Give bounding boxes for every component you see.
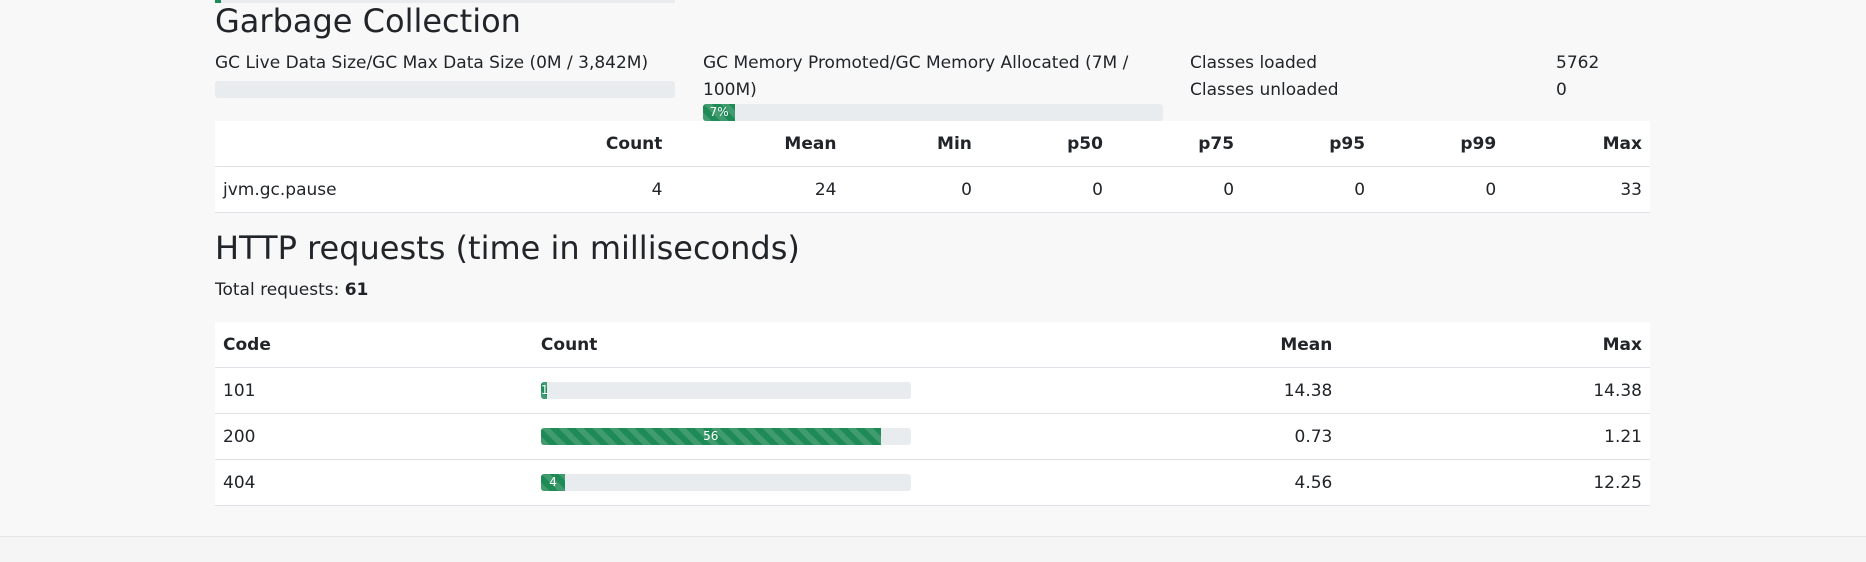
table-row: jvm.gc.pause 4 24 0 0 0 0 0 33: [215, 166, 1650, 213]
classes-loaded-row: Classes loaded 5762: [1190, 50, 1650, 77]
total-requests-value: 61: [344, 280, 369, 300]
gc-col-min: Min: [844, 121, 980, 167]
classes-block: Classes loaded 5762 Classes unloaded 0: [1190, 50, 1650, 104]
total-requests: Total requests: 61: [215, 280, 368, 300]
http-row-count-cell: 4: [532, 459, 1036, 506]
gc-table-header-row: Count Mean Min p50 p75 p95 p99 Max: [215, 121, 1650, 167]
gc-live-data-progress: [215, 81, 675, 98]
http-count-bar: 56: [540, 428, 881, 445]
http-count-bar: 1: [540, 382, 547, 399]
gc-pause-table: Count Mean Min p50 p75 p95 p99 Max jvm.g…: [215, 121, 1650, 213]
gc-col-p50: p50: [979, 121, 1111, 167]
gc-row-p50: 0: [979, 166, 1111, 213]
http-row-max: 12.25: [1340, 459, 1650, 506]
total-requests-label: Total requests:: [215, 280, 340, 300]
classes-unloaded-value: 0: [1556, 80, 1567, 100]
http-requests-table: Code Count Mean Max 101 1 14.38 14.38 20…: [215, 322, 1650, 506]
http-col-mean: Mean: [1035, 322, 1341, 368]
gc-col-metric: [215, 121, 553, 167]
gc-row-count: 4: [552, 166, 671, 213]
gc-promoted-progress: 7%: [703, 104, 1163, 121]
http-count-progress: 56: [540, 428, 911, 445]
footer: [0, 537, 1866, 562]
gc-row-p75: 0: [1110, 166, 1243, 213]
classes-unloaded-row: Classes unloaded 0: [1190, 77, 1650, 104]
gc-promoted-bar: 7%: [703, 104, 736, 121]
gc-col-p99: p99: [1373, 121, 1505, 167]
gc-col-max: Max: [1504, 121, 1650, 167]
gc-row-min: 0: [844, 166, 980, 213]
gc-promoted-block: GC Memory Promoted/GC Memory Allocated (…: [703, 50, 1163, 121]
gc-row-mean: 24: [670, 166, 845, 213]
gc-live-data-block: GC Live Data Size/GC Max Data Size (0M /…: [215, 50, 675, 98]
gc-row-p95: 0: [1242, 166, 1374, 213]
http-col-max: Max: [1340, 322, 1650, 368]
gc-summary-row: GC Live Data Size/GC Max Data Size (0M /…: [215, 50, 1650, 122]
gc-promoted-label: GC Memory Promoted/GC Memory Allocated (…: [703, 53, 1129, 100]
http-row-max: 1.21: [1340, 413, 1650, 460]
gc-section-title: Garbage Collection: [215, 2, 521, 40]
table-row: 200 56 0.73 1.21: [215, 413, 1650, 460]
gc-row-metric: jvm.gc.pause: [215, 166, 553, 213]
http-count-bar: 4: [540, 474, 566, 491]
gc-row-max: 33: [1504, 166, 1650, 213]
http-row-mean: 4.56: [1035, 459, 1341, 506]
http-row-code: 200: [215, 413, 533, 460]
classes-unloaded-label: Classes unloaded: [1190, 80, 1339, 100]
http-col-count: Count: [532, 322, 1036, 368]
http-count-progress: 1: [540, 382, 911, 399]
gc-live-data-label: GC Live Data Size/GC Max Data Size (0M /…: [215, 53, 649, 73]
http-row-count-cell: 1: [532, 367, 1036, 414]
gc-row-p99: 0: [1373, 166, 1505, 213]
http-col-code: Code: [215, 322, 533, 368]
gc-col-mean: Mean: [670, 121, 845, 167]
table-row: 101 1 14.38 14.38: [215, 367, 1650, 414]
http-table-header-row: Code Count Mean Max: [215, 322, 1650, 368]
table-row: 404 4 4.56 12.25: [215, 459, 1650, 506]
http-count-progress: 4: [540, 474, 911, 491]
http-row-mean: 0.73: [1035, 413, 1341, 460]
classes-loaded-value: 5762: [1556, 53, 1600, 73]
http-row-count-cell: 56: [532, 413, 1036, 460]
http-row-max: 14.38: [1340, 367, 1650, 414]
gc-col-p75: p75: [1110, 121, 1243, 167]
classes-loaded-label: Classes loaded: [1190, 53, 1318, 73]
http-row-code: 101: [215, 367, 533, 414]
gc-col-p95: p95: [1242, 121, 1374, 167]
gc-col-count: Count: [552, 121, 671, 167]
http-row-code: 404: [215, 459, 533, 506]
http-section-title: HTTP requests (time in milliseconds): [215, 229, 800, 267]
http-row-mean: 14.38: [1035, 367, 1341, 414]
